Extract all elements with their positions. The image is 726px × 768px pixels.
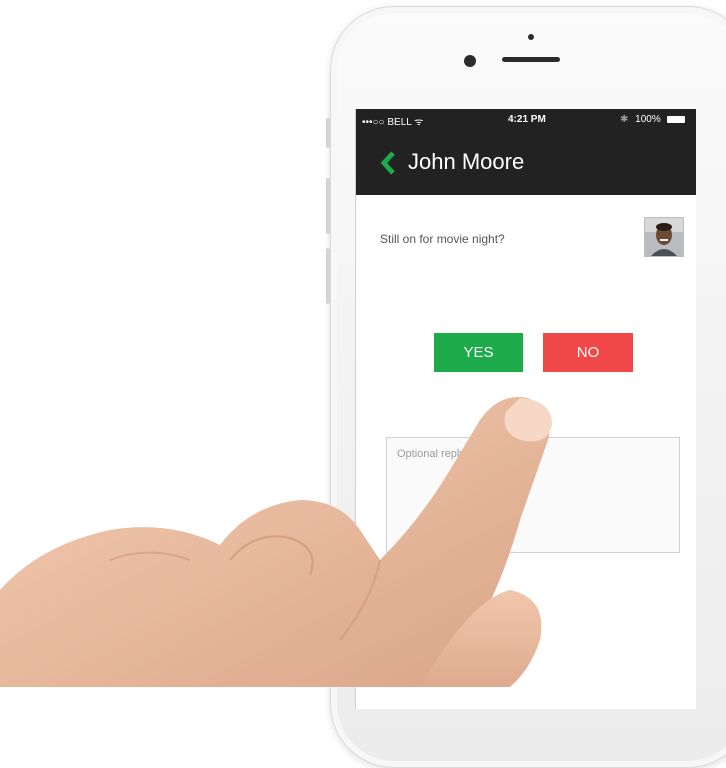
no-button[interactable]: NO [543, 333, 633, 372]
avatar [644, 217, 684, 257]
volume-up-button [326, 178, 330, 234]
contact-name: John Moore [408, 149, 525, 174]
volume-down-button [326, 248, 330, 304]
battery-icon [666, 115, 685, 123]
chevron-left-icon[interactable] [378, 149, 398, 177]
status-bar: •••○○ BELL ᯤ 4:21 PM ✱ 100% [356, 109, 696, 131]
mute-switch [326, 118, 330, 148]
yes-button[interactable]: YES [434, 333, 523, 372]
message-text: Still on for movie night? [380, 232, 505, 246]
battery-percent: 100% [635, 114, 661, 125]
proximity-sensor [528, 34, 534, 40]
nav-bar: John Moore [356, 131, 696, 195]
front-camera [464, 55, 476, 67]
battery-indicator: ✱ 100% [620, 114, 685, 125]
user-avatar-icon [645, 218, 683, 256]
reply-input[interactable] [386, 437, 680, 553]
earpiece-speaker [502, 57, 560, 62]
carrier-signal: •••○○ BELL ᯤ [362, 117, 424, 128]
bluetooth-icon: ✱ [620, 114, 629, 125]
status-time: 4:21 PM [508, 114, 546, 125]
phone-screen: •••○○ BELL ᯤ 4:21 PM ✱ 100% John Moore S… [355, 109, 696, 709]
